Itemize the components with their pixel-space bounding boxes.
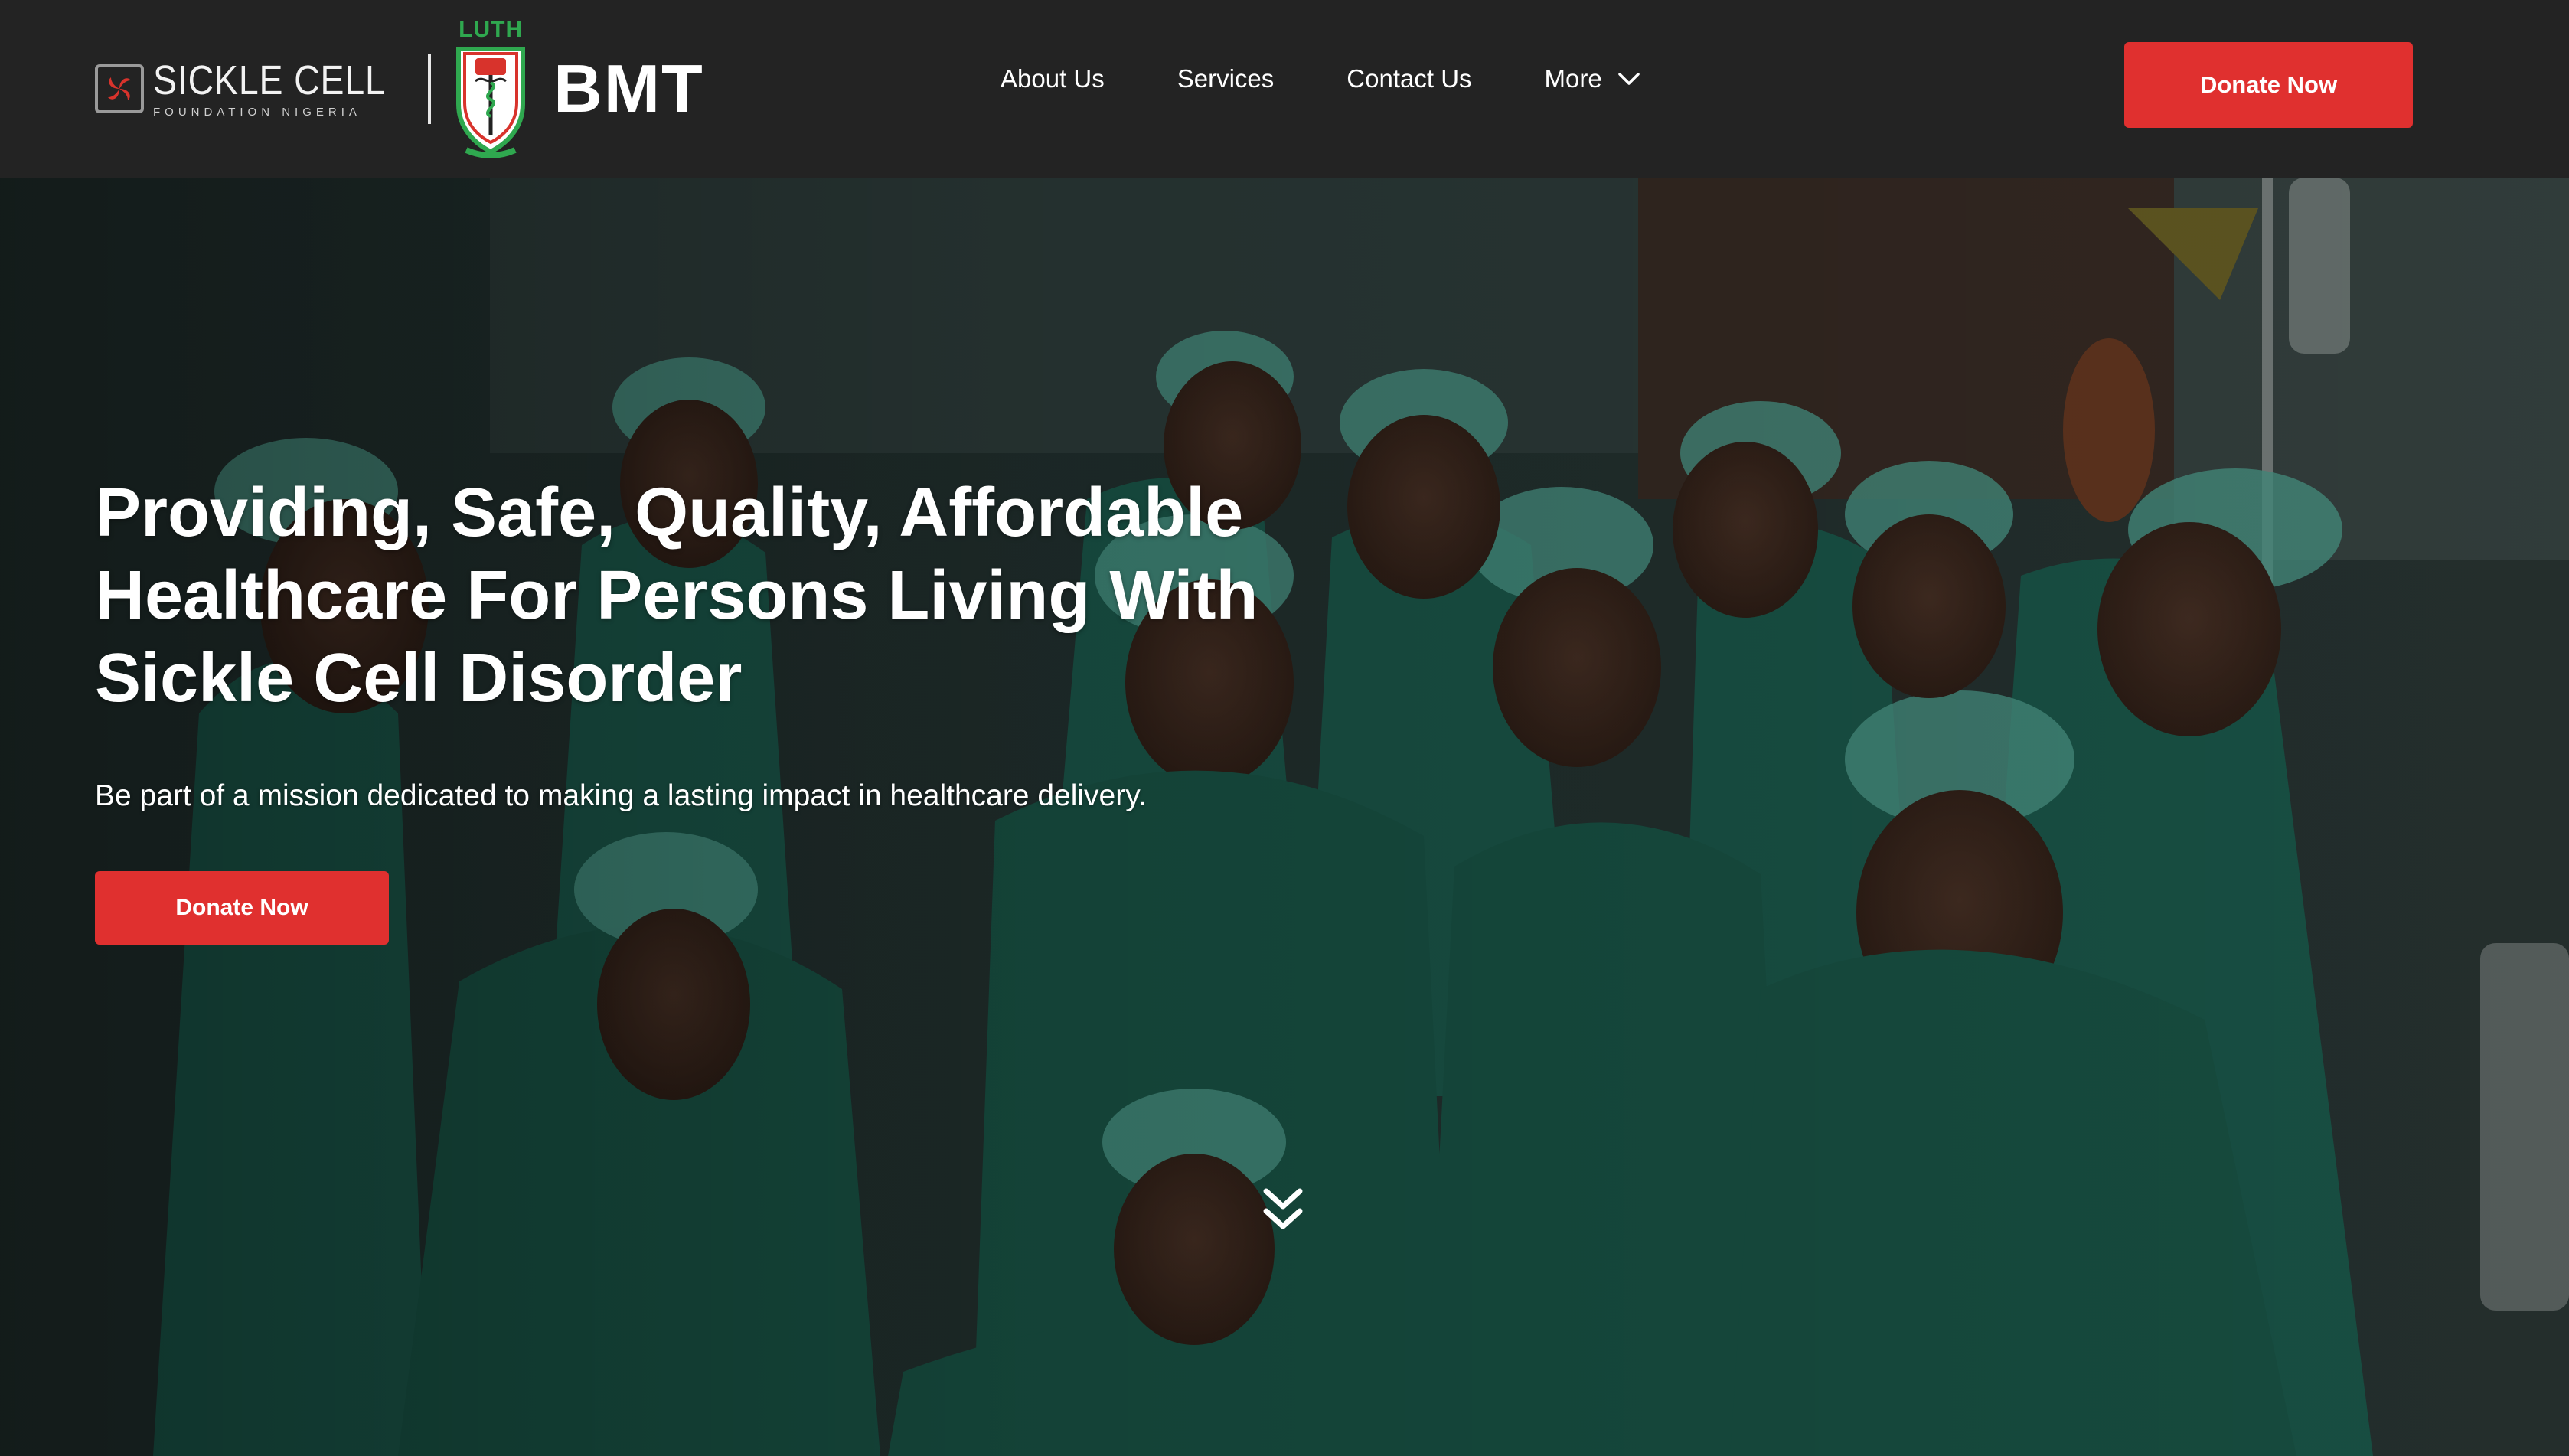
main-nav: About Us Services Contact Us More [1001, 64, 1640, 93]
hero-section: Providing, Safe, Quality, Affordable Hea… [0, 178, 2569, 1456]
scfn-logo-title: SICKLE CELL [153, 57, 386, 103]
hero-content: Providing, Safe, Quality, Affordable Hea… [95, 472, 1335, 945]
double-chevron-down-icon[interactable] [1258, 1183, 1307, 1239]
hero-title: Providing, Safe, Quality, Affordable Hea… [95, 475, 1258, 717]
nav-services[interactable]: Services [1177, 64, 1275, 93]
luth-logo-label: LUTH [459, 17, 524, 42]
sickle-cell-pinwheel-icon [95, 64, 144, 113]
hero-donate-button[interactable]: Donate Now [95, 871, 389, 945]
nav-about-us[interactable]: About Us [1001, 64, 1105, 93]
nav-contact-us[interactable]: Contact Us [1347, 64, 1471, 93]
nav-more-label: More [1544, 64, 1602, 93]
header-donate-button[interactable]: Donate Now [2124, 42, 2413, 128]
logo-divider [428, 54, 432, 124]
luth-crest-icon [456, 47, 526, 158]
chevron-down-icon [1617, 73, 1640, 85]
luth-logo: LUTH [451, 18, 530, 159]
nav-more-dropdown[interactable]: More [1545, 64, 1640, 93]
hero-subtitle: Be part of a mission dedicated to making… [95, 779, 1147, 812]
site-header: SICKLE CELL FOUNDATION NIGERIA LUTH BMT … [0, 0, 2569, 178]
scfn-logo-subtitle: FOUNDATION NIGERIA [153, 105, 361, 119]
brand-logos[interactable]: SICKLE CELL FOUNDATION NIGERIA LUTH BMT [95, 14, 704, 164]
sickle-cell-foundation-logo: SICKLE CELL FOUNDATION NIGERIA [95, 60, 423, 119]
brand-name: BMT [553, 51, 704, 126]
